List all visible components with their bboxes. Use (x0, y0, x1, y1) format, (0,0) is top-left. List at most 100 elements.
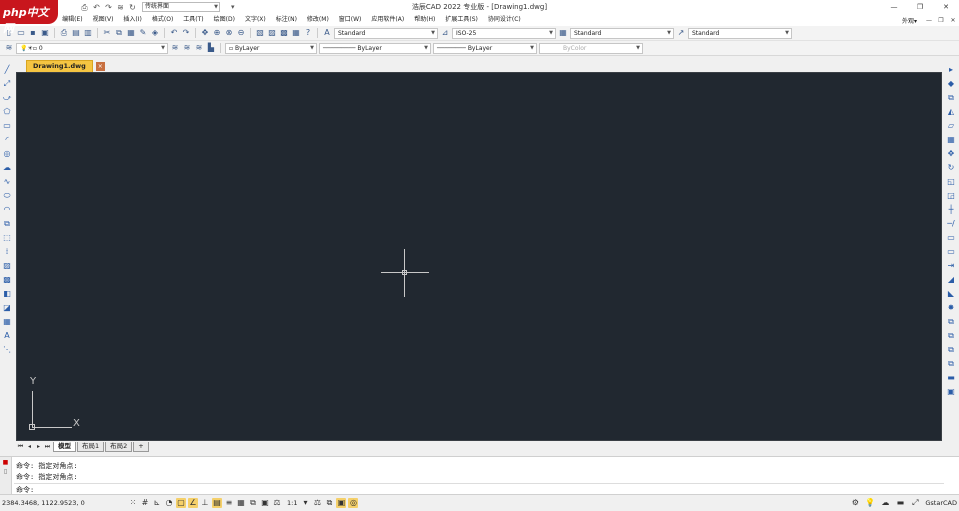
annotation-visibility-icon[interactable]: ▾ (300, 498, 310, 508)
region-icon[interactable]: ◧ (2, 288, 12, 299)
edit-polyline-icon[interactable]: ▬ (946, 372, 956, 383)
gear-icon[interactable]: ⚙ (850, 498, 860, 508)
properties-icon[interactable]: ▧ (255, 28, 265, 38)
line-icon[interactable]: ╱ (2, 64, 12, 75)
publish-icon[interactable]: ▥ (83, 28, 93, 38)
offset-icon[interactable]: ▱ (946, 120, 956, 131)
make-current-layer-icon[interactable]: ≋ (170, 43, 180, 53)
plot-preview-icon[interactable]: ▤ (71, 28, 81, 38)
color-select[interactable]: ▫ ByLayer ▼ (225, 42, 317, 54)
menu-text[interactable]: 文字(X) (240, 14, 271, 26)
copy-icon[interactable]: ⧉ (114, 28, 124, 38)
polygon-icon[interactable]: ⬠ (2, 106, 12, 117)
save-icon[interactable]: ▪ (28, 28, 38, 38)
rotate-icon[interactable]: ↻ (946, 162, 956, 173)
array-icon[interactable]: ▦ (946, 134, 956, 145)
menu-format[interactable]: 格式(O) (147, 14, 178, 26)
chamfer-icon[interactable]: ◢ (946, 274, 956, 285)
zoom-realtime-icon[interactable]: ⊕ (212, 28, 222, 38)
zoom-window-icon[interactable]: ⊗ (224, 28, 234, 38)
close-icon[interactable]: ■ (0, 459, 11, 466)
menu-modify[interactable]: 修改(M) (302, 14, 334, 26)
print-icon[interactable]: ⎙ (80, 3, 89, 12)
draw-order-icon[interactable]: ⧉ (946, 316, 956, 327)
doc-minimize-icon[interactable]: — (923, 17, 935, 24)
command-panel-handle[interactable]: ■ ▯ (0, 457, 12, 495)
block-editor-icon[interactable]: ◈ (150, 28, 160, 38)
cut-icon[interactable]: ✂ (102, 28, 112, 38)
revision-cloud-icon[interactable]: ☁ (2, 162, 12, 173)
match-properties-icon[interactable]: ✎ (138, 28, 148, 38)
menu-window[interactable]: 窗口(W) (334, 14, 367, 26)
ducs-icon[interactable]: ⊥ (200, 498, 210, 508)
tool-palettes-icon[interactable]: ▩ (279, 28, 289, 38)
lineweight-toggle-icon[interactable]: ≡ (224, 498, 234, 508)
first-layout-icon[interactable]: ⏮ (16, 443, 25, 451)
trim-icon[interactable]: ┼ (946, 204, 956, 215)
tab-model[interactable]: 模型 (53, 441, 76, 452)
arc-icon[interactable]: ◜ (2, 134, 12, 145)
pan-icon[interactable]: ✥ (200, 28, 210, 38)
point-icon[interactable]: ⁞ (2, 246, 12, 257)
move-icon[interactable]: ✥ (946, 148, 956, 159)
multiline-text-icon[interactable]: A (2, 330, 12, 341)
command-input[interactable]: 命令: (14, 483, 944, 494)
redo-icon[interactable]: ↷ (104, 3, 113, 12)
break-at-point-icon[interactable]: ▭ (946, 232, 956, 243)
polar-icon[interactable]: ◔ (164, 498, 174, 508)
extend-icon[interactable]: ─/ (946, 218, 956, 229)
menu-apps[interactable]: 应用软件(A) (366, 14, 409, 26)
redo-icon[interactable]: ↷ (181, 28, 191, 38)
menu-view[interactable]: 视图(V) (88, 14, 119, 26)
grid-icon[interactable]: # (140, 498, 150, 508)
layer-match-icon[interactable]: ▙ (206, 43, 216, 53)
clean-screen-icon[interactable]: ▬ (895, 498, 905, 508)
calculator-icon[interactable]: ▦ (291, 28, 301, 38)
erase-icon[interactable]: ◆ (946, 78, 956, 89)
add-layout-button[interactable]: + (133, 441, 149, 452)
hatch-icon[interactable]: ▨ (2, 260, 12, 271)
isolate-objects-icon[interactable]: ◎ (348, 497, 359, 508)
tab-drawing1[interactable]: Drawing1.dwg (26, 60, 93, 72)
close-tab-button[interactable]: × (95, 62, 105, 71)
menu-collaboration[interactable]: 协同设计(C) (483, 14, 526, 26)
text-style-select[interactable]: Standard ▼ (334, 27, 438, 39)
transparency-icon[interactable]: ▦ (236, 498, 246, 508)
properties-panel-icon[interactable]: ▣ (946, 386, 956, 397)
rectangle-icon[interactable]: ▭ (2, 120, 12, 131)
menu-extensions[interactable]: 扩展工具(S) (440, 14, 483, 26)
expand-icon[interactable]: ⤢ (910, 498, 920, 508)
menu-draw[interactable]: 绘图(D) (209, 14, 240, 26)
workspace-switch-icon[interactable]: ⧉ (324, 498, 334, 508)
layer-manager-icon[interactable]: ≋ (4, 43, 14, 53)
undo-icon[interactable]: ↶ (169, 28, 179, 38)
open-file-icon[interactable]: ▭ (16, 28, 26, 38)
auto-scale-icon[interactable]: ⚖ (312, 498, 322, 508)
paste-icon[interactable]: ▦ (126, 28, 136, 38)
break-icon[interactable]: ▭ (946, 246, 956, 257)
gradient-icon[interactable]: ▩ (2, 274, 12, 285)
lineweight-select[interactable]: ──────── ByLayer ▼ (433, 42, 537, 54)
menu-edit[interactable]: 编辑(E) (57, 14, 87, 26)
menu-insert[interactable]: 插入(I) (118, 14, 146, 26)
snap-icon[interactable]: ⁙ (128, 498, 138, 508)
explode-icon[interactable]: ✸ (946, 302, 956, 313)
dyn-icon[interactable]: ▤ (212, 497, 222, 508)
doc-restore-icon[interactable]: ❐ (935, 17, 947, 24)
last-layout-icon[interactable]: ⏭ (43, 443, 52, 451)
layer-select[interactable]: 💡☀▫ 0 ▼ (16, 42, 168, 54)
options-icon[interactable]: ▯ (0, 468, 11, 475)
make-block-icon[interactable]: ⬚ (2, 232, 12, 243)
prev-layout-icon[interactable]: ◂ (25, 443, 34, 450)
join-icon[interactable]: ⇥ (946, 260, 956, 271)
skin-menu[interactable]: 外观▾ (902, 16, 917, 25)
add-selected-icon[interactable]: ⋱ (2, 344, 12, 355)
layer-previous-icon[interactable]: ≋ (182, 43, 192, 53)
ellipse-icon[interactable]: ⬭ (2, 190, 12, 201)
scale-icon[interactable]: ◱ (946, 176, 956, 187)
lock-ui-icon[interactable]: ▣ (336, 497, 347, 508)
layer-isolate-icon[interactable]: ≋ (194, 43, 204, 53)
tab-layout2[interactable]: 布局2 (105, 441, 133, 452)
menu-help[interactable]: 帮助(H) (409, 14, 440, 26)
customize-quick-access-icon[interactable]: ▾ (231, 3, 235, 11)
